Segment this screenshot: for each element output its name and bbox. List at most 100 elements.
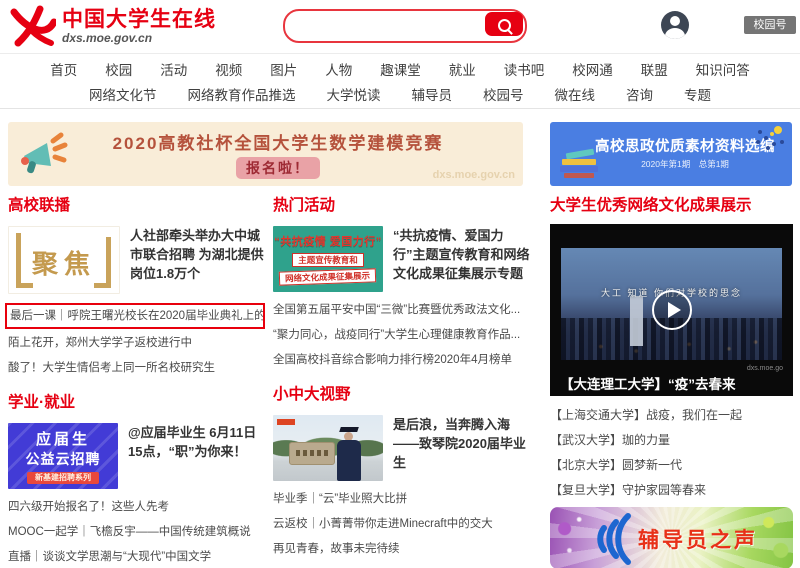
user-avatar-icon[interactable] <box>661 11 689 39</box>
nav-item[interactable]: 人物 <box>325 59 352 83</box>
featured-story[interactable]: 是后浪，当奔腾入海——致琴院2020届毕业生 <box>273 415 530 481</box>
list-item[interactable]: 酸了！大学生情侣考上同一所名校研究生 <box>8 359 265 377</box>
list-item[interactable]: 陌上花开，郑州大学学子返校进行中 <box>8 334 265 352</box>
page: 中国大学生在线 dxs.moe.gov.cn 校园号 首页 校园 活动 视频 图片 人物 趣… <box>0 0 800 568</box>
nav-item[interactable]: 就业 <box>449 59 476 83</box>
nav-item[interactable]: 视频 <box>215 59 242 83</box>
list-item[interactable]: 直播｜谈谈文学思潮与“大现代”中国文学 <box>8 548 265 566</box>
nav-item[interactable]: 图片 <box>270 59 297 83</box>
banner-title: 辅导员之声 <box>638 524 758 554</box>
banner-title: 高校思政优质素材资料选编 <box>590 135 780 156</box>
nav-item[interactable]: 读书吧 <box>504 59 545 83</box>
play-icon[interactable] <box>652 290 692 330</box>
section-shiye: 小中大视野 是后浪，当奔腾入海——致琴院2020届毕业生 毕业季｜“云”毕业照大… <box>273 385 530 558</box>
nav-item[interactable]: 大学悦读 <box>327 84 381 108</box>
building-graphic <box>630 296 643 346</box>
nav-row-1: 首页 校园 活动 视频 图片 人物 趣课堂 就业 读书吧 校网通 联盟 知识问答 <box>0 59 800 83</box>
section-wenhua-chengguo: 大学生优秀网络文化成果展示 大工 知道 你们对学校的思念 dxs.moe.go … <box>550 196 793 568</box>
site-logo[interactable]: 中国大学生在线 dxs.moe.gov.cn <box>10 5 216 47</box>
nav-item[interactable]: 网络文化节 <box>89 84 157 108</box>
section-remen-huodong: 热门活动 “共抗疫情 爱国力行” 主题宣传教育和 网络文化成果征集展示 “共抗疫… <box>273 196 530 369</box>
news-list: 全国第五届平安中国“三微”比赛暨优秀政法文化... “聚力同心，战疫同行”大学生心… <box>273 301 530 369</box>
search-button[interactable] <box>485 12 523 36</box>
list-item[interactable]: 四六级开始报名了！这些人先考 <box>8 498 265 516</box>
watermark: dxs.moe.gov.cn <box>433 169 515 181</box>
nav-item[interactable]: 辅导员 <box>412 84 453 108</box>
nav-item[interactable]: 校园号 <box>483 84 524 108</box>
megaphone-icon <box>20 132 68 178</box>
banner-title: 2020高教社杯全国大学生数学建模竞赛 <box>68 129 488 154</box>
photo-logo <box>277 419 295 425</box>
video-player[interactable]: 大工 知道 你们对学校的思念 dxs.moe.go 【大连理工大学】“疫”去春来 <box>550 224 793 396</box>
column-middle: 热门活动 “共抗疫情 爱国力行” 主题宣传教育和 网络文化成果征集展示 “共抗疫… <box>273 196 530 565</box>
list-item[interactable]: 云返校｜小菁菁带你走进Minecraft中的交大 <box>273 515 530 533</box>
nav-item[interactable]: 专题 <box>684 84 711 108</box>
list-item-highlighted[interactable]: 最后一课｜呼院王曙光校长在2020届毕业典礼上的... <box>5 303 265 329</box>
video-caption[interactable]: 【大连理工大学】“疫”去春来 <box>560 373 789 393</box>
campus-account-button[interactable]: 校园号 <box>744 16 796 34</box>
nav-item[interactable]: 网络教育作品推选 <box>188 84 296 108</box>
video-watermark: dxs.moe.go <box>747 365 783 372</box>
banner-signup-label: 报名啦！ <box>236 157 320 179</box>
list-item[interactable]: 再见青春，故事未完待续 <box>273 540 530 558</box>
news-list: 最后一课｜呼院王曙光校长在2020届毕业典礼上的... 陌上花开，郑州大学学子返校… <box>8 303 265 377</box>
featured-story[interactable]: 应届生 公益云招聘 新基建招聘系列 @应届毕业生 6月11日15点，“职”为你来… <box>8 423 265 489</box>
math-contest-banner[interactable]: 2020高教社杯全国大学生数学建模竞赛 报名啦！ dxs.moe.gov.cn <box>8 122 523 186</box>
list-item[interactable]: 【上海交通大学】战疫，我们在一起 <box>550 407 793 424</box>
thumb-text: 公益云招聘 <box>8 449 118 469</box>
featured-headline[interactable]: “共抗疫情、爱国力行”主题宣传教育和网络文化成果征集展示专题 <box>393 226 530 292</box>
nav-item[interactable]: 校园 <box>105 59 132 83</box>
featured-story[interactable]: 聚焦 人社部牵头举办大中城市联合招聘 为湖北提供岗位1.8万个 <box>8 226 265 294</box>
section-title: 热门活动 <box>273 196 530 216</box>
column-left: 高校联播 聚焦 人社部牵头举办大中城市联合招聘 为湖北提供岗位1.8万个 最后一… <box>8 196 265 568</box>
thumb-text: 主题宣传教育和 <box>292 253 364 267</box>
nav-item[interactable]: 首页 <box>50 59 77 83</box>
featured-thumbnail[interactable] <box>273 415 383 481</box>
search-box <box>283 9 527 43</box>
thumb-ribbon: 新基建招聘系列 <box>27 472 99 484</box>
monument-graphic <box>289 442 335 465</box>
list-item[interactable]: 全国高校抖音综合影响力排行榜2020年4月榜单 <box>273 351 530 369</box>
sound-wave-icon <box>580 512 634 566</box>
featured-headline[interactable]: 是后浪，当奔腾入海——致琴院2020届毕业生 <box>393 415 530 481</box>
featured-thumbnail[interactable]: 聚焦 <box>8 226 120 294</box>
main-nav: 首页 校园 活动 视频 图片 人物 趣课堂 就业 读书吧 校网通 联盟 知识问答 网络文化节 网络教育作… <box>0 54 800 109</box>
section-xueye-jiuye: 学业·就业 应届生 公益云招聘 新基建招聘系列 @应届毕业生 6月11日15点，… <box>8 393 265 566</box>
dots-decoration-icon <box>770 132 774 136</box>
section-title: 高校联播 <box>8 196 265 216</box>
nav-item[interactable]: 微在线 <box>555 84 596 108</box>
list-item[interactable]: 【北京大学】圆梦新一代 <box>550 457 793 474</box>
nav-item[interactable]: 活动 <box>160 59 187 83</box>
featured-story[interactable]: “共抗疫情 爱国力行” 主题宣传教育和 网络文化成果征集展示 “共抗疫情、爱国力… <box>273 226 530 292</box>
list-item[interactable]: 【复旦大学】守护家园等春来 <box>550 482 793 499</box>
thumb-text: 应届生 <box>8 428 118 449</box>
fudaoyuan-banner[interactable]: 辅导员之声 <box>550 507 793 568</box>
thumb-text: “共抗疫情 爱国力行” <box>273 233 383 249</box>
featured-headline[interactable]: 人社部牵头举办大中城市联合招聘 为湖北提供岗位1.8万个 <box>130 226 265 294</box>
nav-item[interactable]: 趣课堂 <box>380 59 421 83</box>
sizheng-banner[interactable]: 高校思政优质素材资料选编 2020年第1期 总第1期 <box>550 122 792 186</box>
column-right: 大学生优秀网络文化成果展示 大工 知道 你们对学校的思念 dxs.moe.go … <box>550 196 793 568</box>
nav-item[interactable]: 校网通 <box>572 59 613 83</box>
list-item[interactable]: “聚力同心，战疫同行”大学生心理健康教育作品... <box>273 326 530 344</box>
list-item[interactable]: 【武汉大学】珈的力量 <box>550 432 793 449</box>
list-item[interactable]: 毕业季｜“云”毕业照大比拼 <box>273 490 530 508</box>
logo-text: 中国大学生在线 dxs.moe.gov.cn <box>62 8 216 45</box>
section-title: 学业·就业 <box>8 393 265 413</box>
featured-headline[interactable]: @应届毕业生 6月11日15点，“职”为你来！ <box>128 423 265 489</box>
nav-item[interactable]: 咨询 <box>626 84 653 108</box>
graduate-graphic <box>335 427 363 481</box>
nav-item[interactable]: 知识问答 <box>696 59 750 83</box>
logo-subtitle: dxs.moe.gov.cn <box>62 31 216 45</box>
thumb-text: 网络文化成果征集展示 <box>279 268 376 285</box>
featured-thumbnail[interactable]: 应届生 公益云招聘 新基建招聘系列 <box>8 423 118 489</box>
nav-item[interactable]: 联盟 <box>641 59 668 83</box>
section-gaoxiao-lianbo: 高校联播 聚焦 人社部牵头举办大中城市联合招聘 为湖北提供岗位1.8万个 最后一… <box>8 196 265 377</box>
featured-thumbnail[interactable]: “共抗疫情 爱国力行” 主题宣传教育和 网络文化成果征集展示 <box>273 226 383 292</box>
section-title: 小中大视野 <box>273 385 530 405</box>
search-input[interactable] <box>295 13 479 37</box>
list-item[interactable]: 全国第五届平安中国“三微”比赛暨优秀政法文化... <box>273 301 530 319</box>
list-item[interactable]: MOOC一起学｜飞檐反宇——中国传统建筑概说 <box>8 523 265 541</box>
logo-title: 中国大学生在线 <box>62 8 216 32</box>
search-icon <box>498 19 511 32</box>
